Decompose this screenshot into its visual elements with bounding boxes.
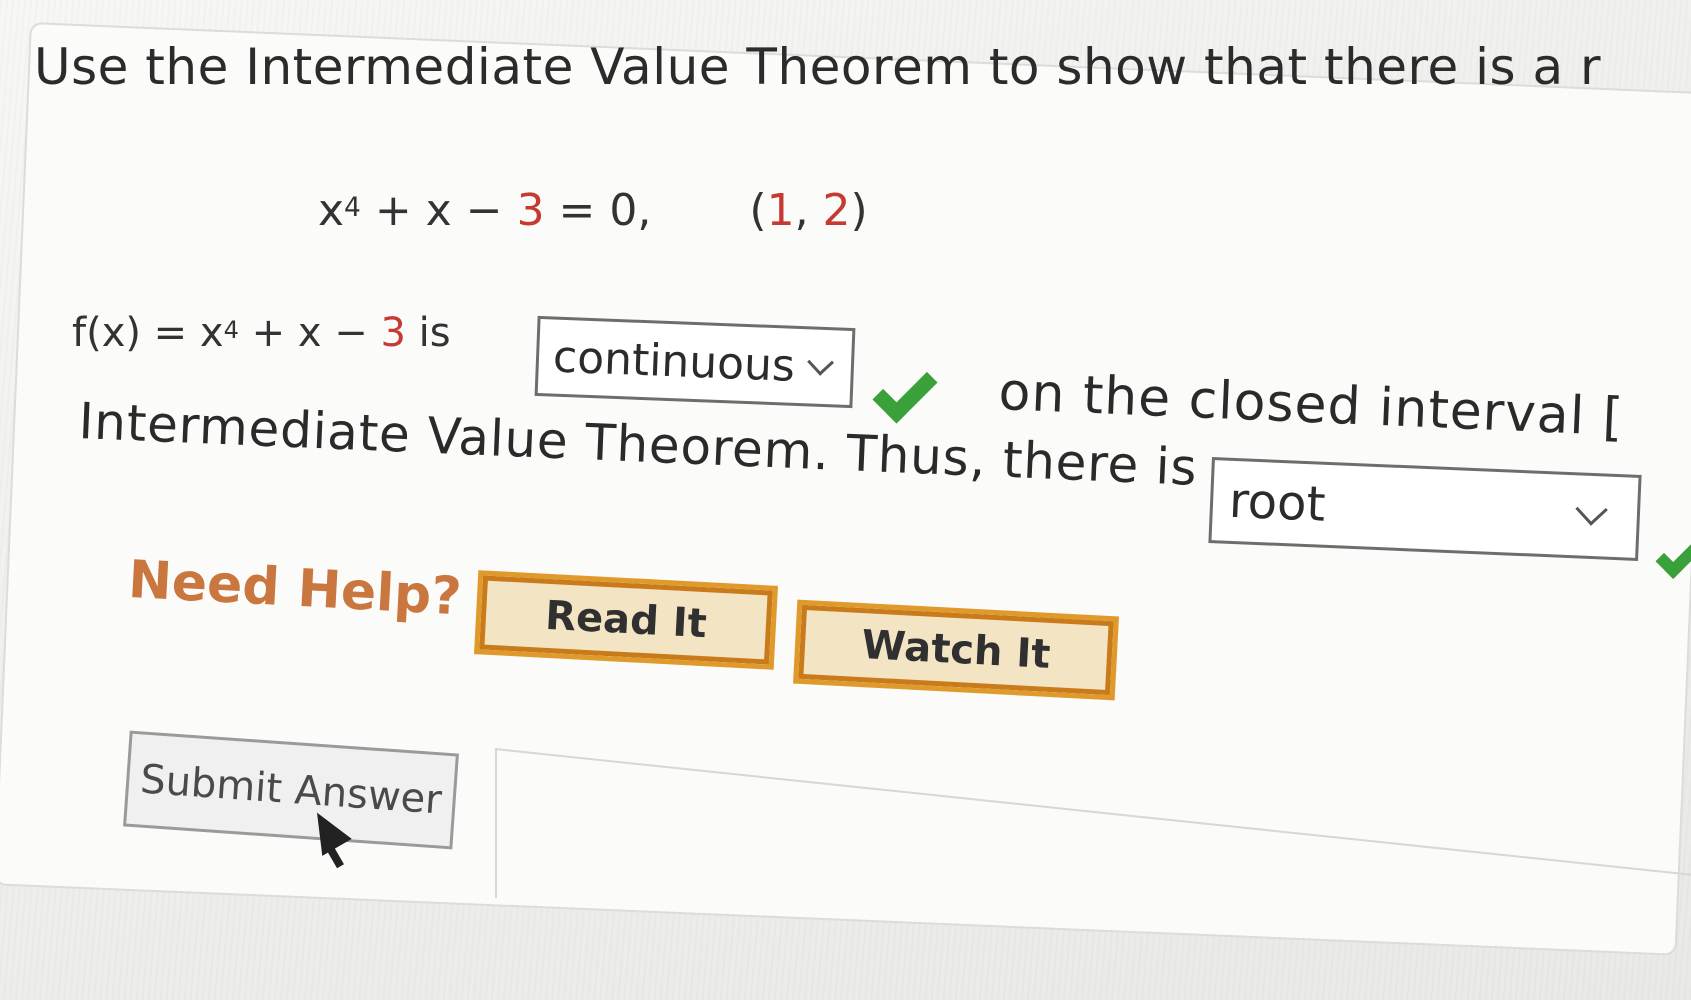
function-constant: 3: [380, 310, 406, 356]
read-it-button[interactable]: Read It: [474, 570, 778, 670]
problem-statement: Use the Intermediate Value Theorem to sh…: [34, 38, 1602, 96]
root-dropdown[interactable]: root: [1208, 457, 1642, 561]
equation-middle: + x −: [360, 185, 517, 236]
function-middle: + x −: [238, 310, 381, 356]
function-prefix: f(x) = x: [72, 310, 224, 356]
continuity-dropdown[interactable]: continuous: [534, 315, 856, 409]
equation-base: x: [318, 185, 345, 236]
equation-interval: (1, 2): [749, 185, 868, 236]
equation: x4 + x − 3 = 0, (1, 2): [318, 185, 868, 236]
root-dropdown-value: root: [1227, 472, 1327, 533]
function-exponent: 4: [223, 315, 239, 344]
equation-tail: = 0,: [544, 185, 652, 236]
watch-it-button[interactable]: Watch It: [793, 599, 1119, 701]
chevron-down-icon: [1575, 493, 1608, 526]
function-suffix: is: [405, 310, 451, 356]
chevron-down-icon: [807, 348, 835, 376]
continuity-dropdown-value: continuous: [552, 331, 796, 392]
equation-exponent: 4: [344, 191, 361, 223]
divider: [495, 748, 497, 898]
function-line: f(x) = x4 + x − 3 is: [72, 310, 451, 356]
equation-constant: 3: [516, 185, 545, 236]
